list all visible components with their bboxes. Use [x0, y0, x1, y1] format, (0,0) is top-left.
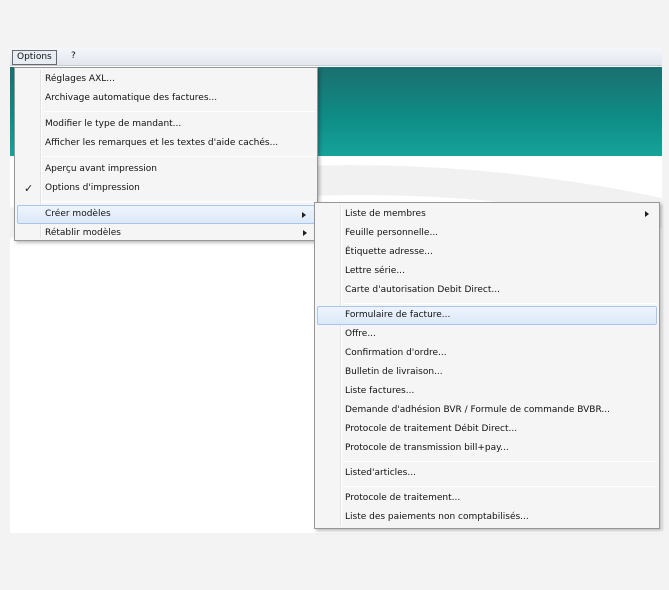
menu-item-label: Lettre série...	[345, 266, 405, 276]
menu-item-label: Bulletin de livraison...	[345, 367, 443, 377]
check-icon: ✓	[24, 182, 34, 195]
menu-item-label: Liste des paiements non comptabilisés...	[345, 512, 529, 522]
submenu-item-feuille-personnelle[interactable]: Feuille personnelle...	[317, 224, 657, 243]
menu-separator	[43, 201, 315, 202]
submenu-item-liste-articles[interactable]: Listed'articles...	[317, 464, 657, 483]
menu-item-reglages-axl[interactable]: Réglages AXL...	[17, 70, 315, 89]
menu-item-label: Liste de membres	[345, 209, 426, 219]
chevron-right-icon	[302, 212, 306, 218]
menu-item-afficher-remarques[interactable]: Afficher les remarques et les textes d'a…	[17, 134, 315, 153]
menu-item-options-impression[interactable]: ✓ Options d'impression	[17, 179, 315, 198]
submenu-item-protocole-debit-direct[interactable]: Protocole de traitement Débit Direct...	[317, 420, 657, 439]
submenu-item-offre[interactable]: Offre...	[317, 325, 657, 344]
submenu-item-lettre-serie[interactable]: Lettre série...	[317, 262, 657, 281]
options-menu: Réglages AXL... Archivage automatique de…	[14, 67, 318, 241]
menu-item-label: Feuille personnelle...	[345, 228, 439, 238]
menu-bar: Options ?	[10, 48, 662, 66]
menu-item-label: Créer modèles	[45, 209, 111, 219]
menu-item-modifier-mandant[interactable]: Modifier le type de mandant...	[17, 115, 315, 134]
menu-item-label: Listed'articles...	[345, 468, 416, 478]
menu-item-label: Demande d'adhésion BVR / Formule de comm…	[345, 405, 610, 415]
submenu-item-bulletin-livraison[interactable]: Bulletin de livraison...	[317, 363, 657, 382]
menu-item-apercu[interactable]: Aperçu avant impression	[17, 160, 315, 179]
menu-item-label: Rétablir modèles	[45, 228, 121, 238]
submenu-item-liste-membres[interactable]: Liste de membres	[317, 205, 657, 224]
menu-item-label: Liste factures...	[345, 386, 415, 396]
menu-item-label: Réglages AXL...	[45, 74, 115, 84]
submenu-item-liste-factures[interactable]: Liste factures...	[317, 382, 657, 401]
chevron-right-icon	[303, 230, 307, 236]
menu-item-archivage[interactable]: Archivage automatique des factures...	[17, 89, 315, 108]
menu-item-label: Archivage automatique des factures...	[45, 93, 218, 103]
submenu-item-formulaire-facture[interactable]: Formulaire de facture...	[317, 306, 657, 325]
menu-item-label: Carte d'autorisation Debit Direct...	[345, 285, 500, 295]
menu-item-label: Afficher les remarques et les textes d'a…	[45, 138, 279, 148]
menu-separator	[43, 156, 315, 157]
menu-separator	[343, 486, 657, 487]
menu-item-label: Options d'impression	[45, 183, 140, 193]
menu-item-label: Offre...	[345, 329, 376, 339]
submenu-item-protocole-traitement[interactable]: Protocole de traitement...	[317, 489, 657, 508]
menu-item-label: Formulaire de facture...	[345, 310, 451, 320]
menu-item-retablir-modeles[interactable]: Rétablir modèles	[17, 224, 315, 243]
menu-item-creer-modeles[interactable]: Créer modèles	[17, 205, 315, 224]
menu-item-label: Protocole de traitement Débit Direct...	[345, 424, 518, 434]
menu-item-label: Aperçu avant impression	[45, 164, 157, 174]
menu-separator	[343, 461, 657, 462]
menu-options[interactable]: Options	[12, 50, 57, 65]
creer-modeles-submenu: Liste de membres Feuille personnelle... …	[314, 202, 660, 529]
submenu-item-paiements-non-comptabilises[interactable]: Liste des paiements non comptabilisés...	[317, 508, 657, 527]
menu-item-label: Protocole de transmission bill+pay...	[345, 443, 509, 453]
submenu-item-protocole-bill-pay[interactable]: Protocole de transmission bill+pay...	[317, 439, 657, 458]
menu-help[interactable]: ?	[67, 50, 80, 65]
menu-item-label: Modifier le type de mandant...	[45, 119, 182, 129]
menu-separator	[343, 303, 657, 304]
submenu-item-carte-autorisation[interactable]: Carte d'autorisation Debit Direct...	[317, 281, 657, 300]
chevron-right-icon	[645, 211, 649, 217]
menu-separator	[43, 111, 315, 112]
submenu-item-confirmation-ordre[interactable]: Confirmation d'ordre...	[317, 344, 657, 363]
menu-item-label: Étiquette adresse...	[345, 247, 433, 257]
menu-item-label: Protocole de traitement...	[345, 493, 461, 503]
submenu-item-etiquette-adresse[interactable]: Étiquette adresse...	[317, 243, 657, 262]
submenu-item-demande-adhesion-bvr[interactable]: Demande d'adhésion BVR / Formule de comm…	[317, 401, 657, 420]
menu-item-label: Confirmation d'ordre...	[345, 348, 447, 358]
